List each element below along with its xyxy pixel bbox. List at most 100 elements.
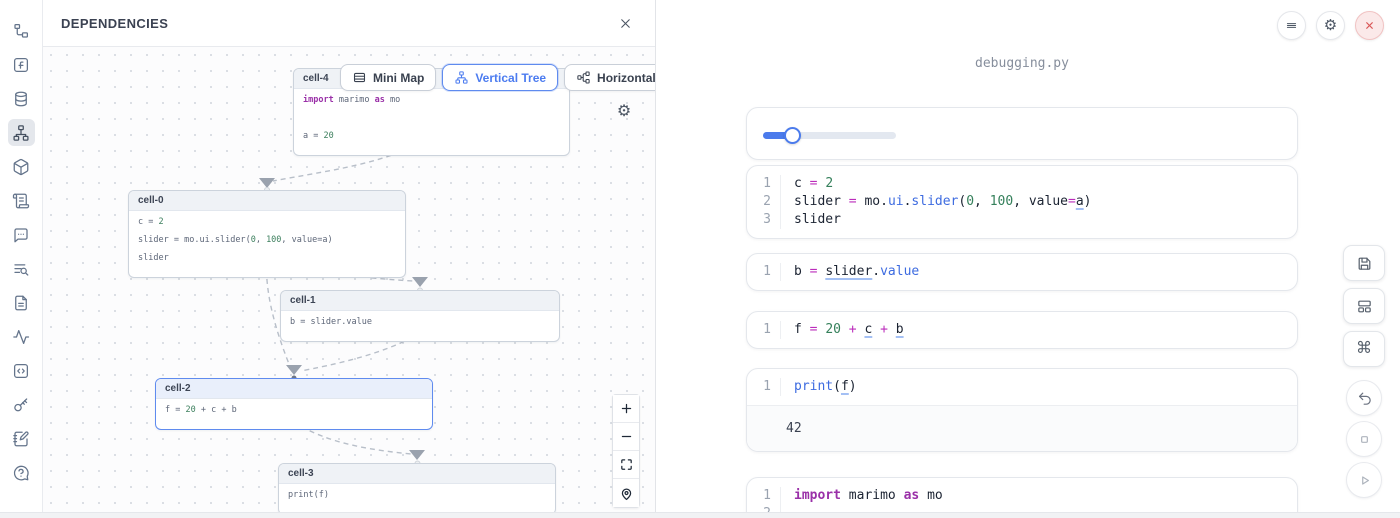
sidebar-item-datasources[interactable] — [8, 85, 35, 112]
code-token: a — [1076, 194, 1084, 209]
code-token: import — [794, 488, 841, 503]
dependencies-icon — [12, 124, 30, 142]
undo-button[interactable] — [1346, 380, 1382, 416]
code-token: ( — [833, 379, 841, 394]
search-list-icon — [12, 260, 30, 278]
code-token: + — [880, 322, 888, 337]
snippets-icon — [12, 362, 30, 380]
graph-node-cell-0[interactable]: cell-0c = 2slider = mo.ui.slider(0, 100,… — [128, 190, 406, 278]
horizontal-tree-icon — [576, 70, 591, 85]
fit-view-icon — [619, 457, 634, 472]
code-cell: 1print(f)42 — [746, 368, 1298, 452]
code-token — [802, 264, 810, 279]
sidebar-item-help[interactable] — [8, 459, 35, 486]
line-numbers: 123 — [747, 175, 781, 229]
sidebar-item-dependencies[interactable] — [8, 119, 35, 146]
layout-icon — [1356, 298, 1373, 315]
sidebar-item-packages[interactable] — [8, 153, 35, 180]
sidebar-item-functions[interactable] — [8, 51, 35, 78]
code-content[interactable]: f = 20 + c + b — [781, 321, 1297, 339]
code-token: ) — [1084, 194, 1092, 209]
slider-widget[interactable] — [763, 132, 896, 139]
graph-view-toolbar: Mini Map Vertical Tree Horizontal Tree — [340, 64, 655, 91]
code-content[interactable]: c = 2slider = mo.ui.slider(0, 100, value… — [781, 175, 1297, 229]
run-icon — [1356, 472, 1373, 489]
stop-button[interactable] — [1346, 421, 1382, 457]
file-tree-icon — [12, 22, 30, 40]
shutdown-button[interactable] — [1355, 11, 1384, 40]
code-token — [841, 488, 849, 503]
close-icon — [618, 16, 633, 31]
code-token: mo — [864, 194, 880, 209]
code-token: value — [1029, 194, 1068, 209]
sidebar-item-secrets[interactable] — [8, 391, 35, 418]
code-token: , — [1013, 194, 1029, 209]
graph-node-cell-1[interactable]: cell-1b = slider.value — [280, 290, 560, 342]
menu-button[interactable] — [1277, 11, 1306, 40]
code-token: value — [292, 235, 318, 245]
code-editor: 12import marimo as mo — [747, 478, 1297, 512]
notebook-top-controls: ⚙ — [1277, 11, 1384, 40]
graph-node-cell-2[interactable]: cell-2f = 20 + c + b — [155, 378, 433, 430]
button-label: Vertical Tree — [475, 71, 546, 85]
mini-map-button[interactable]: Mini Map — [340, 64, 436, 91]
fit-view-button[interactable] — [613, 451, 639, 479]
code-cell: 1f = 20 + c + b — [746, 311, 1298, 349]
plus-button[interactable] — [613, 395, 639, 423]
sidebar-item-snippets[interactable] — [8, 357, 35, 384]
sidebar-item-scratchpad[interactable] — [8, 425, 35, 452]
line-numbers: 12 — [747, 487, 781, 512]
code-content[interactable]: print(f) — [781, 378, 1297, 396]
code-token: slider — [138, 253, 169, 263]
code-token — [888, 322, 896, 337]
code-token: value — [880, 264, 919, 279]
bottom-scrollbar-track[interactable] — [0, 512, 1400, 518]
code-token: 2 — [825, 176, 833, 191]
sidebar-item-chat[interactable] — [8, 221, 35, 248]
keyboard-shortcuts-button[interactable]: ⌘ — [1343, 331, 1385, 367]
cell-slider-output — [746, 107, 1298, 160]
graph-node-cell-3[interactable]: cell-3print(f) — [278, 463, 556, 512]
save-button[interactable] — [1343, 245, 1385, 281]
sidebar-item-search-list[interactable] — [8, 255, 35, 282]
sidebar-item-file-tree[interactable] — [8, 17, 35, 44]
settings-icon: ⚙ — [617, 103, 631, 120]
code-content[interactable]: b = slider.value — [781, 263, 1297, 281]
functions-icon — [12, 56, 30, 74]
code-token: b — [232, 405, 237, 415]
vertical-tree-button[interactable]: Vertical Tree — [442, 64, 558, 91]
horizontal-tree-button[interactable]: Horizontal Tree — [564, 64, 655, 91]
code-token: . — [880, 194, 888, 209]
logs-icon — [12, 192, 30, 210]
graph-settings-button[interactable]: ⚙ — [613, 99, 635, 121]
code-token: as — [375, 95, 385, 105]
code-editor: 1b = slider.value — [747, 254, 1297, 290]
settings-button[interactable]: ⚙ — [1316, 11, 1345, 40]
center-view-button[interactable] — [613, 479, 639, 507]
code-token: b — [794, 264, 802, 279]
close-panel-button[interactable] — [613, 11, 637, 35]
sidebar-item-logs[interactable] — [8, 187, 35, 214]
line-numbers: 1 — [747, 263, 781, 281]
code-token — [919, 488, 927, 503]
code-cell: 12import marimo as mo — [746, 477, 1298, 512]
run-button[interactable] — [1346, 462, 1382, 498]
code-cell: 1b = slider.value — [746, 253, 1298, 291]
code-token: c — [794, 176, 802, 191]
dependency-graph-canvas[interactable]: cell-4import marimo as mo a = 20cell-0c … — [43, 47, 655, 512]
code-content[interactable]: import marimo as mo — [781, 487, 1297, 512]
code-token: ) — [324, 490, 329, 500]
dependencies-panel: DEPENDENCIES — [43, 0, 656, 512]
keyboard-shortcuts-icon: ⌘ — [1356, 341, 1372, 357]
slider-thumb[interactable] — [784, 127, 801, 144]
sidebar-item-tracing[interactable] — [8, 323, 35, 350]
code-token: 100 — [266, 235, 281, 245]
layout-button[interactable] — [1343, 288, 1385, 324]
menu-icon — [1284, 18, 1299, 33]
sidebar-item-documentation[interactable] — [8, 289, 35, 316]
minus-button[interactable] — [613, 423, 639, 451]
button-label: Horizontal Tree — [597, 71, 655, 85]
code-token: slider — [311, 317, 342, 327]
dependencies-panel-title: DEPENDENCIES — [61, 16, 168, 31]
code-token: value — [346, 317, 372, 327]
